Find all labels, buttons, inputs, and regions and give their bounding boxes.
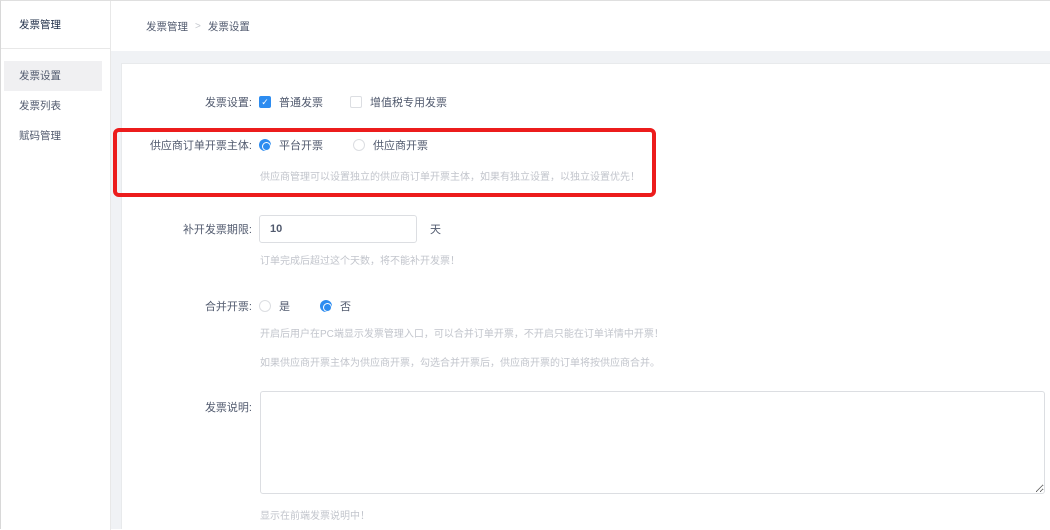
radio-label[interactable]: 平台开票: [279, 137, 323, 153]
radio-option-platform-invoicing[interactable]: 平台开票: [259, 137, 323, 153]
invoice-note-label: 发票说明:: [122, 399, 252, 415]
reissue-deadline-label: 补开发票期限:: [122, 221, 252, 237]
sidebar-menu: 发票设置 发票列表 赋码管理: [1, 49, 110, 151]
supplier-subject-help: 供应商管理可以设置独立的供应商订单开票主体，如果有独立设置，以独立设置优先！: [260, 168, 640, 183]
radio-option-no[interactable]: 否: [320, 298, 351, 314]
module-title: 发票管理: [19, 17, 61, 32]
sidebar-item-label: 发票设置: [19, 70, 61, 82]
radio-label[interactable]: 供应商开票: [373, 137, 428, 153]
sidebar-item-code-management[interactable]: 赋码管理: [4, 121, 102, 151]
invoice-type-label: 发票设置:: [122, 94, 252, 110]
breadcrumb-separator-icon: >: [195, 21, 201, 32]
radio-unchecked-icon[interactable]: [353, 139, 365, 151]
sidebar-item-invoice-list[interactable]: 发票列表: [4, 91, 102, 121]
settings-panel: 发票设置: ✓ 普通发票 增值税专用发票 供应商订单开票主体: 平台开票 供应商…: [121, 63, 1050, 529]
checkbox-option-vat-special-invoice[interactable]: 增值税专用发票: [350, 94, 447, 110]
reissue-deadline-unit: 天: [430, 221, 441, 237]
reissue-deadline-input[interactable]: [259, 215, 417, 243]
page-header: 发票管理 > 发票设置: [111, 1, 1050, 51]
sidebar-item-invoice-settings[interactable]: 发票设置: [4, 61, 102, 91]
radio-label[interactable]: 否: [340, 298, 351, 314]
supplier-subject-row: 供应商订单开票主体: 平台开票 供应商开票: [122, 138, 428, 152]
checkbox-label[interactable]: 增值税专用发票: [370, 94, 447, 110]
merge-invoice-label: 合并开票:: [122, 298, 252, 314]
supplier-subject-label: 供应商订单开票主体:: [122, 137, 252, 153]
sidebar-item-label: 赋码管理: [19, 130, 61, 142]
invoice-note-textarea[interactable]: [260, 391, 1045, 494]
breadcrumb-current: 发票设置: [208, 19, 250, 34]
reissue-deadline-row: 补开发票期限: 天: [122, 215, 441, 243]
invoice-type-row: 发票设置: ✓ 普通发票 增值税专用发票: [122, 95, 447, 109]
invoice-settings-page: { "module": { "title": "发票管理" }, "breadc…: [0, 0, 1050, 529]
merge-invoice-row: 合并开票: 是 否: [122, 299, 351, 313]
breadcrumb: 发票管理 > 发票设置: [146, 1, 250, 51]
radio-label[interactable]: 是: [279, 298, 290, 314]
radio-option-supplier-invoicing[interactable]: 供应商开票: [353, 137, 428, 153]
invoice-note-row: 发票说明:: [122, 399, 252, 413]
invoice-note-help: 显示在前端发票说明中！: [260, 507, 370, 522]
reissue-deadline-help: 订单完成后超过这个天数，将不能补开发票！: [260, 252, 460, 267]
radio-checked-icon[interactable]: [320, 300, 332, 312]
checkbox-unchecked-icon[interactable]: [350, 96, 362, 108]
merge-invoice-help-2: 如果供应商开票主体为供应商开票，勾选合并开票后，供应商开票的订单将按供应商合并。: [260, 354, 660, 369]
merge-invoice-help-1: 开启后用户在PC端显示发票管理入口，可以合并订单开票，不开启只能在订单详情中开票…: [260, 325, 664, 340]
sidebar: 发票管理 发票设置 发票列表 赋码管理: [1, 1, 111, 530]
radio-checked-icon[interactable]: [259, 139, 271, 151]
sidebar-item-label: 发票列表: [19, 100, 61, 112]
module-title-bar: 发票管理: [1, 1, 110, 49]
radio-option-yes[interactable]: 是: [259, 298, 290, 314]
checkbox-label[interactable]: 普通发票: [279, 94, 323, 110]
checkbox-checked-icon[interactable]: ✓: [259, 96, 271, 108]
radio-unchecked-icon[interactable]: [259, 300, 271, 312]
breadcrumb-root[interactable]: 发票管理: [146, 19, 188, 34]
checkbox-option-ordinary-invoice[interactable]: ✓ 普通发票: [259, 94, 323, 110]
